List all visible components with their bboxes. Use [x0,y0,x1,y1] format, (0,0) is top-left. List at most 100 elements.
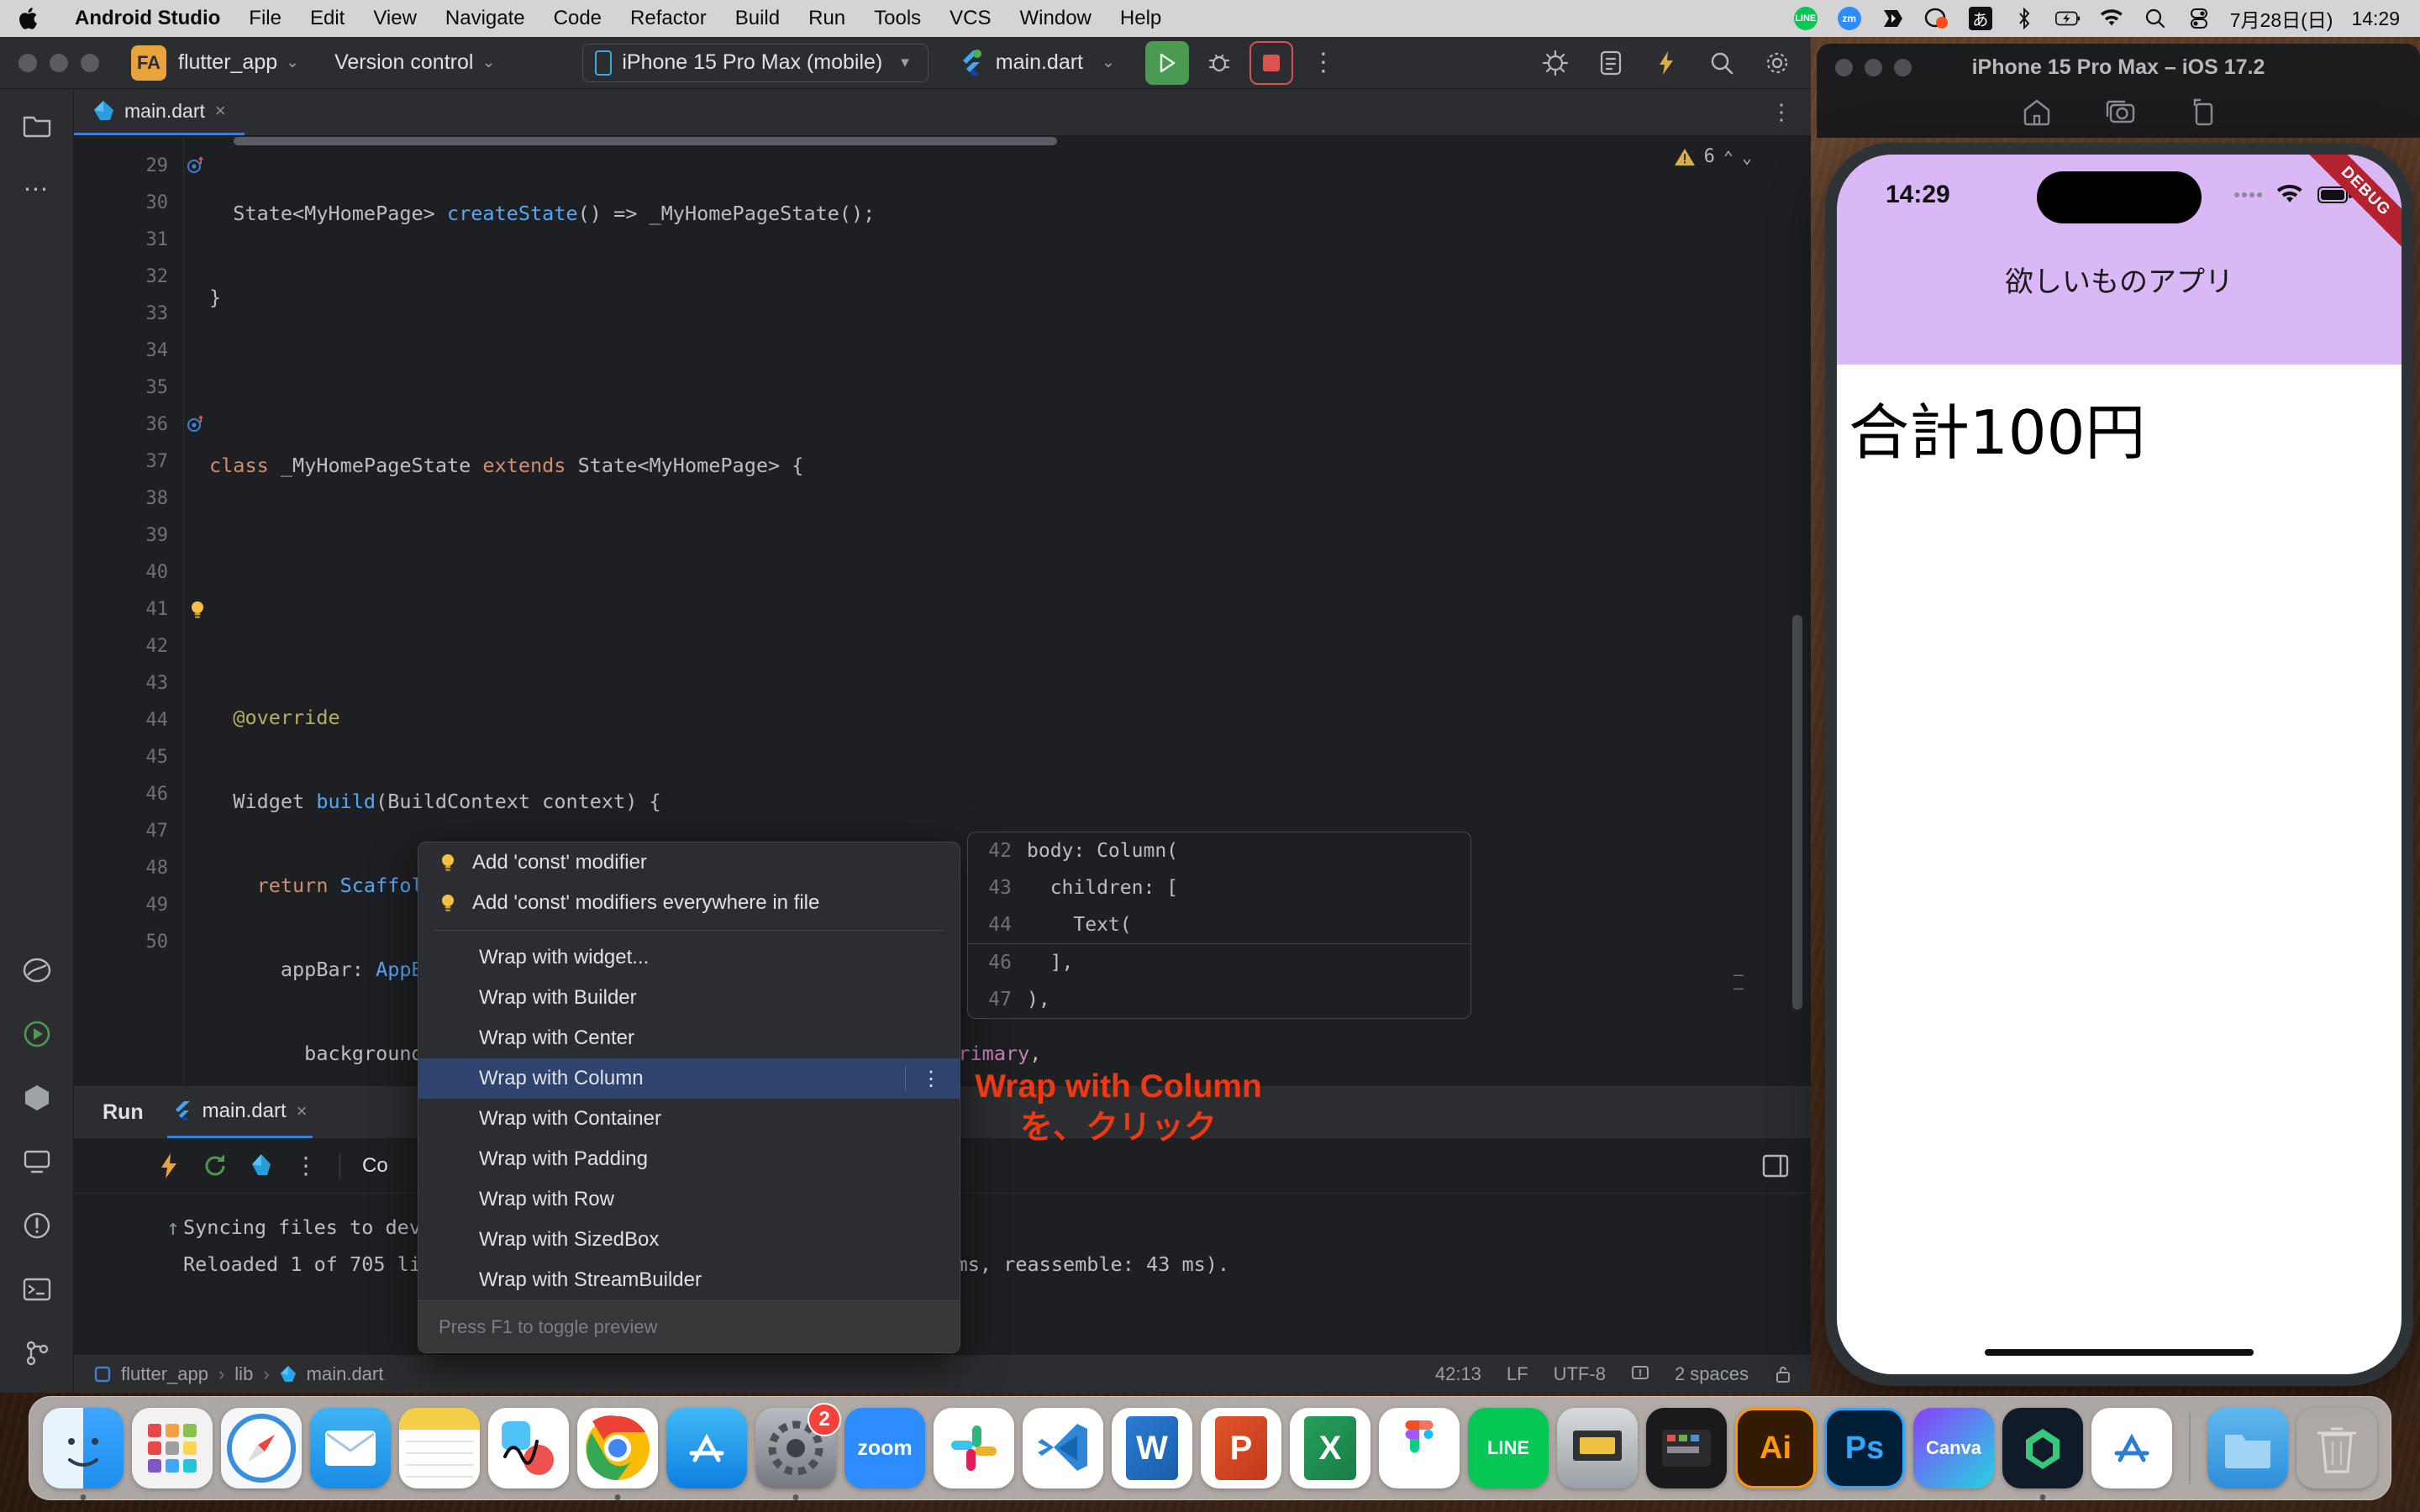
code-editor[interactable]: 29 30 31 32 33 34 35 36 37 38 39 40 41 4… [74,136,1811,1353]
dock-item-photoshop[interactable]: Ps [1824,1408,1905,1488]
indent-setting[interactable]: 2 spaces [1675,1363,1749,1385]
menu-item-tools[interactable]: Tools [860,7,935,30]
problems-icon[interactable] [19,1208,55,1243]
dock-item-app-store-connect[interactable] [2091,1408,2172,1488]
shortcut-icon[interactable] [1881,6,1906,31]
popup-item-wrap-with-column[interactable]: Wrap with Column ⋮ [418,1058,960,1099]
dock-item-launchpad[interactable] [132,1408,213,1488]
flutter-inspector-icon[interactable] [19,1080,55,1116]
inspections-icon[interactable] [1631,1364,1649,1384]
popup-item-add-const-modifiers-everywhere[interactable]: Add 'const' modifiers everywhere in file [418,883,960,923]
bluetooth-icon[interactable] [2012,6,2037,31]
version-control-icon[interactable] [19,1336,55,1371]
menu-item-run[interactable]: Run [794,7,860,30]
debug-button[interactable] [1197,41,1241,85]
dock-item-stocks[interactable] [488,1408,569,1488]
close-icon[interactable]: × [215,100,226,122]
dock-item-downloads[interactable] [2207,1408,2288,1488]
chevron-down-icon[interactable]: ⌄ [286,53,299,72]
breadcrumb-item-file[interactable]: main.dart [307,1363,384,1385]
menu-item-help[interactable]: Help [1106,7,1176,30]
popup-item-submenu[interactable]: ⋮ [905,1067,941,1091]
simulator-close-button[interactable] [1835,58,1853,76]
device-manager-icon[interactable] [19,1144,55,1179]
inspection-warning-chip[interactable]: 6 ⌃ ⌄ [1674,146,1752,167]
run-tool-icon[interactable] [19,1016,55,1052]
close-icon[interactable]: × [297,1100,308,1122]
simulator-screen[interactable]: 14:29 欲しいものアプリ 合計100円 DEBUG [1837,155,2402,1374]
battery-charging-icon[interactable] [2054,6,2081,31]
dock-item-word[interactable]: W [1112,1408,1192,1488]
spotlight-search-icon[interactable] [2143,6,2168,31]
more-options-kebab-icon[interactable]: ⋮ [921,1067,941,1091]
layout-settings-icon[interactable] [1762,1153,1811,1179]
line-icon[interactable]: LINE [1793,6,1818,31]
settings-gear-icon[interactable] [1755,41,1799,85]
dock-item-system-settings[interactable]: 2 [755,1403,841,1500]
dock-item-illustrator[interactable]: Ai [1735,1408,1816,1488]
run-tab-main-dart[interactable]: main.dart × [166,1086,313,1138]
device-selector[interactable]: iPhone 15 Pro Max (mobile) ▾ [582,43,929,82]
menu-item-view[interactable]: View [359,7,431,30]
dock-item-safari[interactable] [221,1408,302,1488]
dock-item-powerpoint[interactable]: P [1201,1408,1281,1488]
version-control-selector[interactable]: Version control ⌄ [334,50,502,75]
dock-item-line[interactable]: LINE [1468,1408,1549,1488]
more-options-kebab-icon[interactable]: ⋮ [294,1152,318,1179]
menu-item-file[interactable]: File [234,7,296,30]
chevron-up-icon[interactable]: ⌃ [1723,147,1733,167]
caret-position[interactable]: 42:13 [1435,1363,1481,1385]
window-traffic-lights[interactable] [18,53,99,72]
window-minimize-button[interactable] [50,53,68,72]
popup-item-wrap-with-streambuilder[interactable]: Wrap with StreamBuilder [418,1260,960,1300]
chevron-down-icon[interactable]: ⌄ [1742,147,1752,167]
lock-icon[interactable] [1774,1364,1792,1384]
popup-item-wrap-with-builder[interactable]: Wrap with Builder [418,978,960,1018]
rotate-icon[interactable] [2188,97,2215,126]
menu-item-vcs[interactable]: VCS [935,7,1005,30]
gradle-icon[interactable] [19,953,55,988]
dock-item-excel[interactable]: X [1290,1408,1370,1488]
dock-item-final-cut[interactable] [1646,1408,1727,1488]
scroll-up-icon[interactable]: ↑ [166,1215,180,1241]
menu-item-window[interactable]: Window [1006,7,1106,30]
run-button[interactable] [1144,40,1189,85]
popup-item-wrap-with-padding[interactable]: Wrap with Padding [418,1139,960,1179]
project-folder-icon[interactable] [19,108,55,143]
dock-item-zoom[interactable]: zoom [844,1408,925,1488]
japanese-ime-icon[interactable]: あ [1968,6,1993,31]
breadcrumb-item-lib[interactable]: lib [234,1363,253,1385]
dock-item-vs-code[interactable] [1023,1408,1103,1488]
dock-item-finder[interactable] [43,1408,124,1500]
ios-home-indicator[interactable] [1985,1349,2254,1356]
popup-item-add-const-modifier[interactable]: Add 'const' modifier [418,843,960,883]
screenshot-icon[interactable] [2104,98,2136,125]
popup-item-wrap-with-center[interactable]: Wrap with Center [418,1018,960,1058]
dock-item-notes[interactable] [399,1408,480,1488]
line-separator[interactable]: LF [1507,1363,1528,1385]
hot-restart-icon[interactable] [202,1152,229,1179]
menu-item-refactor[interactable]: Refactor [616,7,721,30]
intention-actions-popup[interactable]: Add 'const' modifier Add 'const' modifie… [418,842,960,1353]
menu-item-navigate[interactable]: Navigate [431,7,539,30]
open-devtools-icon[interactable] [250,1153,272,1179]
editor-gutter[interactable]: 29 30 31 32 33 34 35 36 37 38 39 40 41 4… [74,136,203,1085]
dock-item-slack[interactable] [934,1408,1014,1488]
hot-reload-icon[interactable] [158,1152,180,1180]
editor-tab-main-dart[interactable]: main.dart × [74,89,245,135]
window-zoom-button[interactable] [81,53,99,72]
simulator-minimize-button[interactable] [1865,58,1882,76]
editor-vertical-scrollbar[interactable] [1792,615,1802,1010]
simulator-zoom-button[interactable] [1894,58,1912,76]
apple-logo-icon[interactable] [18,7,39,30]
dock-item-canva[interactable]: Canva [1913,1408,1994,1488]
search-everywhere-icon[interactable] [1700,41,1744,85]
file-encoding[interactable]: UTF-8 [1554,1363,1606,1385]
dock-item-app-store[interactable] [666,1408,747,1488]
control-center-icon[interactable] [2186,6,2212,31]
menu-item-build[interactable]: Build [721,7,794,30]
breadcrumb-item-project[interactable]: flutter_app [121,1363,208,1385]
menu-item-android-studio[interactable]: Android Studio [60,7,234,30]
stop-button[interactable] [1249,40,1293,85]
project-name-label[interactable]: flutter_app [178,50,277,75]
